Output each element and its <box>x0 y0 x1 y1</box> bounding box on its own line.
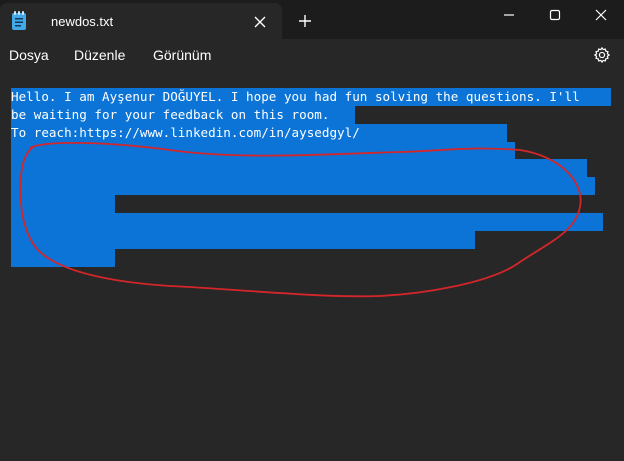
title-bar: newdos.txt <box>0 0 624 39</box>
tab-title: newdos.txt <box>51 14 114 29</box>
red-circle-annotation <box>19 142 582 298</box>
maximize-icon <box>549 9 561 21</box>
notepad-icon <box>12 11 26 30</box>
maximize-button[interactable] <box>532 0 578 30</box>
menu-file[interactable]: Dosya <box>9 47 49 63</box>
new-tab-icon[interactable] <box>297 13 313 29</box>
file-tab[interactable]: newdos.txt <box>0 3 282 39</box>
menu-bar: Dosya Düzenle Görünüm <box>0 39 624 72</box>
menu-view[interactable]: Görünüm <box>153 47 211 63</box>
close-icon <box>595 9 607 21</box>
menu-edit[interactable]: Düzenle <box>74 47 125 63</box>
close-button[interactable] <box>578 0 624 30</box>
text-editor[interactable]: Hello. I am Ayşenur DOĞUYEL. I hope you … <box>0 72 624 461</box>
minimize-icon <box>504 14 514 16</box>
gear-icon[interactable] <box>593 46 611 64</box>
minimize-button[interactable] <box>486 0 532 30</box>
tab-close-icon[interactable] <box>253 15 267 29</box>
